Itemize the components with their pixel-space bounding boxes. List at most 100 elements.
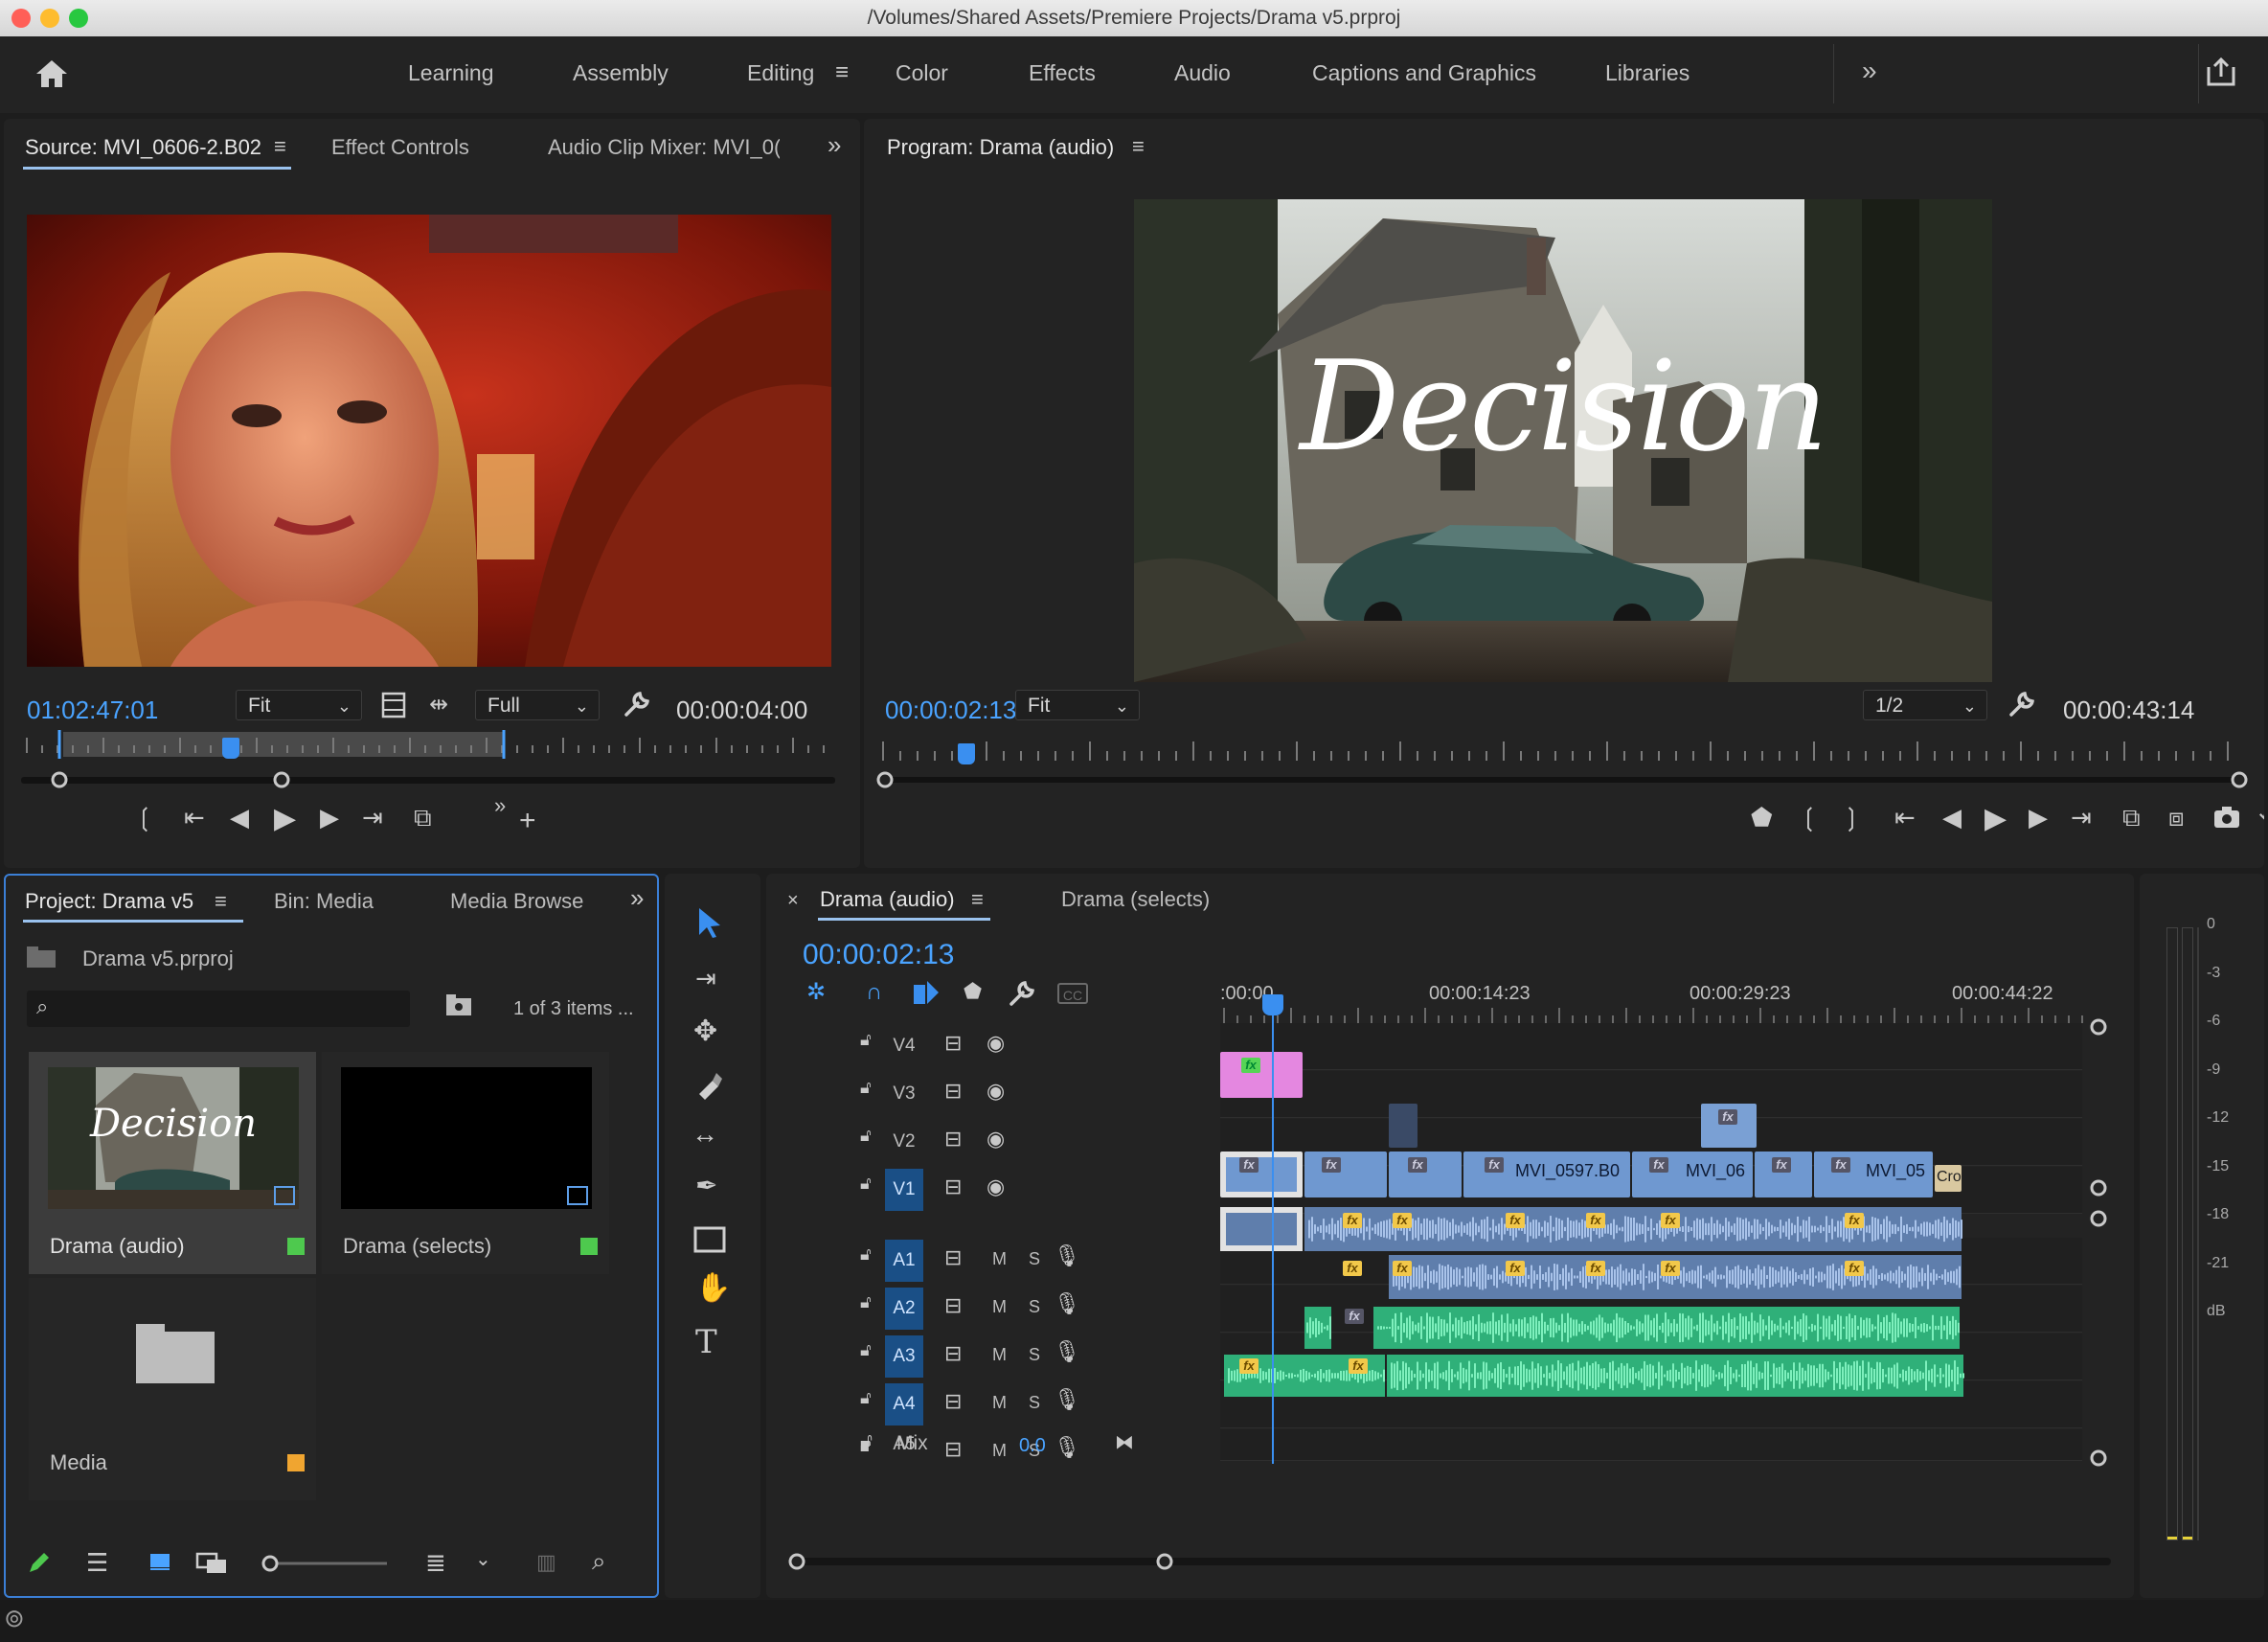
hand-tool-icon[interactable]: ✋	[695, 1274, 731, 1303]
eye-icon[interactable]: ◉	[987, 1033, 1005, 1054]
tab-project[interactable]: Project: Drama v5	[25, 889, 193, 914]
pen-tool-icon[interactable]: ✒	[695, 1173, 717, 1199]
play-icon[interactable]: ▶	[274, 805, 296, 833]
tab-sequence-drama-audio[interactable]: Drama (audio)	[820, 887, 955, 912]
add-marker-icon[interactable]: ⬟	[1751, 805, 1773, 830]
timeline-ruler[interactable]: :00:00 00:00:14:23 00:00:29:23 00:00:44:…	[1220, 924, 2092, 1029]
panel-overflow-icon[interactable]: »	[630, 885, 644, 910]
program-time-ruler[interactable]	[873, 736, 2258, 793]
transport-overflow-icon[interactable]: »	[494, 795, 506, 816]
voiceover-mic-icon[interactable]: 🎙︎	[1054, 1245, 1080, 1266]
project-search-input[interactable]: ⌕	[27, 991, 410, 1027]
zoom-slider[interactable]	[257, 1552, 391, 1575]
timeline-playhead[interactable]	[1262, 994, 1283, 1015]
mute-button[interactable]: M	[992, 1345, 1007, 1365]
mute-button[interactable]: M	[992, 1441, 1007, 1461]
label-color-swatch[interactable]	[580, 1238, 598, 1255]
lock-icon[interactable]: 🔓︎	[860, 1031, 872, 1048]
tab-sequence-drama-selects[interactable]: Drama (selects)	[1061, 887, 1210, 912]
lock-icon[interactable]: 🔓︎	[860, 1293, 872, 1311]
video-clip-selected[interactable]: fx	[1220, 1152, 1303, 1197]
tab-bin-media[interactable]: Bin: Media	[274, 889, 374, 914]
lock-icon[interactable]: 🔓︎	[860, 1431, 873, 1450]
video-clip[interactable]: fx MVI_0597.B0	[1463, 1152, 1630, 1197]
video-clip[interactable]: fx	[1755, 1152, 1812, 1197]
label-color-swatch[interactable]	[287, 1454, 305, 1471]
find-icon[interactable]: ⌕	[592, 1548, 606, 1573]
video-clip[interactable]: fx	[1389, 1152, 1462, 1197]
list-view-icon[interactable]: ☰	[86, 1550, 108, 1575]
track-label-a1[interactable]: A1	[885, 1240, 923, 1282]
track-lane-a5[interactable]	[1220, 1429, 2082, 1461]
panel-menu-icon[interactable]: ≡	[971, 889, 984, 910]
linked-selection-icon[interactable]	[912, 979, 941, 1010]
workspace-libraries[interactable]: Libraries	[1605, 60, 1690, 86]
voiceover-mic-icon[interactable]: 🎙︎	[1054, 1293, 1080, 1314]
track-label-v4[interactable]: V4	[885, 1025, 923, 1067]
program-resolution-select[interactable]: 1/2 ⌄	[1863, 690, 1987, 720]
mark-in-icon[interactable]: ❲	[134, 805, 155, 830]
source-timecode[interactable]: 01:02:47:01	[27, 696, 158, 725]
workspace-overflow-icon[interactable]: »	[1862, 56, 1877, 86]
workspace-editing[interactable]: Editing	[747, 60, 814, 86]
mute-button[interactable]: M	[992, 1297, 1007, 1317]
chevron-down-icon[interactable]: ⌄	[475, 1550, 491, 1569]
creative-cloud-icon[interactable]: ⊚	[4, 1606, 25, 1631]
type-tool-icon[interactable]: T	[695, 1326, 717, 1358]
add-button-icon[interactable]: +	[519, 807, 536, 835]
track-label-v2[interactable]: V2	[885, 1121, 923, 1163]
graphic-clip[interactable]: fx	[1220, 1052, 1303, 1098]
horizontal-zoom-scrollbar[interactable]	[780, 1548, 2121, 1575]
panel-overflow-icon[interactable]: »	[828, 132, 841, 157]
lock-icon[interactable]: 🔓︎	[860, 1341, 872, 1358]
nest-icon[interactable]: ✲	[806, 981, 826, 1004]
step-forward-icon[interactable]: ▶︎	[2029, 805, 2048, 830]
workspace-color[interactable]: Color	[896, 60, 948, 86]
mute-button[interactable]: M	[992, 1249, 1007, 1269]
workspace-effects[interactable]: Effects	[1029, 60, 1096, 86]
lock-icon[interactable]: 🔓︎	[860, 1079, 872, 1096]
track-label-a3[interactable]: A3	[885, 1335, 923, 1378]
program-playhead[interactable]	[957, 743, 975, 764]
eye-icon[interactable]: ◉	[987, 1176, 1005, 1197]
workspace-audio[interactable]: Audio	[1174, 60, 1231, 86]
workspace-learning[interactable]: Learning	[408, 60, 494, 86]
drag-audio-icon[interactable]: ⇹	[429, 694, 448, 717]
home-icon[interactable]	[34, 57, 69, 94]
source-resolution-select[interactable]: Full ⌄	[475, 690, 600, 720]
source-zoom-select[interactable]: Fit ⌄	[236, 690, 362, 720]
track-select-tool-icon[interactable]: ⇥	[695, 966, 716, 991]
project-item-drama-audio[interactable]: Decision Drama (audio)	[29, 1052, 316, 1274]
project-item-media-bin[interactable]: Media	[29, 1278, 316, 1500]
sync-lock-icon[interactable]: ⊟	[944, 1439, 962, 1460]
settings-wrench-icon[interactable]	[1008, 979, 1036, 1012]
source-playhead[interactable]	[221, 738, 239, 759]
automate-to-sequence-icon[interactable]: ▥	[536, 1552, 556, 1573]
label-color-swatch[interactable]	[287, 1238, 305, 1255]
sync-lock-icon[interactable]: ⊟	[944, 1033, 962, 1054]
razor-tool-icon[interactable]	[693, 1069, 724, 1104]
ripple-edit-tool-icon[interactable]: ✥	[693, 1017, 717, 1046]
wrench-icon[interactable]	[623, 690, 651, 722]
step-back-icon[interactable]: ◀︎	[1942, 805, 1962, 830]
play-icon[interactable]: ▶	[1984, 805, 2007, 833]
mute-button[interactable]: M	[992, 1393, 1007, 1413]
go-to-in-icon[interactable]: ⇤	[1894, 805, 1916, 830]
program-timecode[interactable]: 00:00:02:13	[885, 696, 1016, 725]
sync-lock-icon[interactable]: ⊟	[944, 1295, 962, 1316]
sync-lock-icon[interactable]: ⊟	[944, 1391, 962, 1412]
go-to-out-icon[interactable]: ⇥	[2071, 805, 2092, 830]
video-clip[interactable]	[1389, 1104, 1418, 1148]
sync-lock-icon[interactable]: ⊟	[944, 1129, 962, 1150]
workspace-assembly[interactable]: Assembly	[573, 60, 669, 86]
video-clip[interactable]: fx	[1304, 1152, 1387, 1197]
video-clip[interactable]: fx	[1701, 1104, 1757, 1148]
panel-menu-icon[interactable]: ≡	[215, 891, 227, 912]
lock-icon[interactable]: 🔓︎	[860, 1174, 872, 1192]
slip-tool-icon[interactable]: ↔	[692, 1121, 718, 1148]
mix-value[interactable]: 0.0	[1019, 1435, 1046, 1457]
voiceover-mic-icon[interactable]: 🎙︎	[1054, 1437, 1080, 1458]
tab-media-browser[interactable]: Media Browse	[450, 889, 583, 914]
track-label-v1[interactable]: V1	[885, 1169, 923, 1211]
mark-out-icon[interactable]: ❳	[1841, 805, 1862, 830]
